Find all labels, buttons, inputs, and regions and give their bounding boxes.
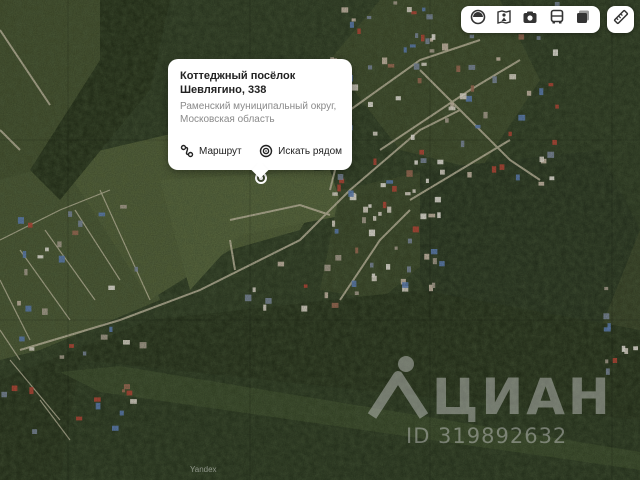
route-icon	[180, 144, 194, 158]
map-layers-toolbar	[461, 6, 600, 33]
transport-icon	[549, 9, 565, 30]
copy-layers-icon	[575, 9, 591, 30]
panorama-icon	[496, 9, 512, 30]
ruler-button[interactable]	[607, 6, 634, 33]
route-button[interactable]: Маршрут	[180, 144, 242, 158]
place-popup: Коттеджный посёлок Шевлягино, 338 Раменс…	[168, 59, 352, 179]
popup-actions: Маршрут Искать рядом	[180, 144, 342, 158]
popup-title: Коттеджный посёлок Шевлягино, 338	[180, 70, 296, 96]
map-layers-icon	[470, 9, 486, 30]
map-attribution: Yandex	[190, 465, 217, 474]
transport-button[interactable]	[546, 9, 568, 31]
panorama-button[interactable]	[493, 9, 515, 31]
photos-icon	[522, 9, 538, 30]
search-nearby-label: Искать рядом	[278, 145, 342, 157]
route-label: Маршрут	[199, 145, 242, 157]
search-nearby-icon	[259, 144, 273, 158]
photos-button[interactable]	[519, 9, 541, 31]
copy-layers-button[interactable]	[572, 9, 594, 31]
popup-subtitle: Раменский муниципальный округ, Московска…	[180, 101, 337, 125]
ruler-icon	[613, 9, 629, 30]
map-layers-button[interactable]	[467, 9, 489, 31]
search-nearby-button[interactable]: Искать рядом	[259, 144, 342, 158]
